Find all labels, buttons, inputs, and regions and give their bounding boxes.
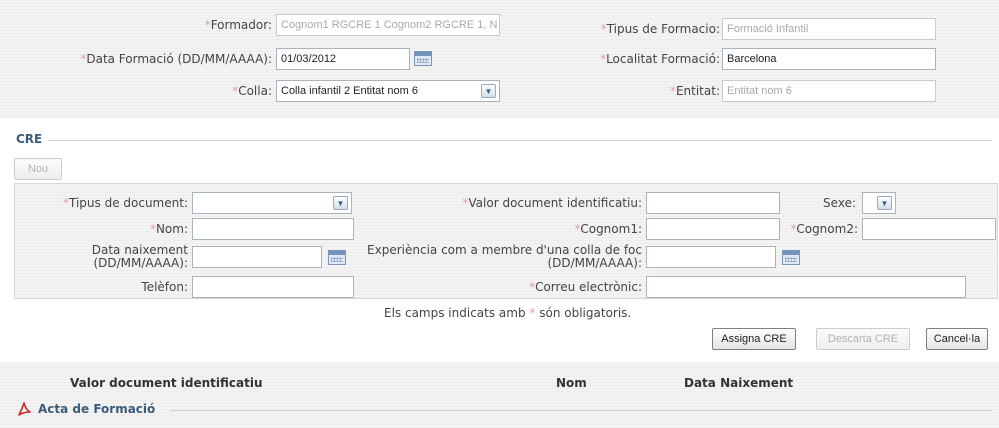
sexe-label: Sexe: xyxy=(823,196,856,210)
telefon-input[interactable] xyxy=(192,276,354,298)
experiencia-label: Experiència com a membre d'una colla de … xyxy=(367,243,642,270)
entitat-label: *Entitat: xyxy=(669,84,720,98)
column-header-data-naixement[interactable]: Data Naixement xyxy=(684,376,793,390)
valor-document-label: *Valor document identificatiu: xyxy=(462,196,642,210)
cre-section-title: CRE xyxy=(16,132,43,146)
localitat-label: *Localitat Formació: xyxy=(600,52,720,66)
colla-label: *Colla: xyxy=(232,84,272,98)
localitat-input[interactable]: Barcelona xyxy=(722,48,936,70)
pdf-icon[interactable] xyxy=(16,401,32,417)
tipus-document-select[interactable]: ▼ xyxy=(192,192,352,214)
chevron-down-icon[interactable]: ▼ xyxy=(877,196,892,210)
nou-cre-button[interactable]: Nou CRE xyxy=(14,158,62,195)
sexe-select[interactable]: ▼ xyxy=(862,192,896,214)
tipus-formacio-label: *Tipus de Formacio: xyxy=(600,22,720,36)
nom-input[interactable] xyxy=(192,218,354,240)
valor-document-input[interactable] xyxy=(646,192,780,214)
formador-field: Cognom1 RGCRE 1 Cognom2 RGCRE 1, N xyxy=(276,14,500,36)
acta-divider xyxy=(170,410,992,411)
tipus-formacio-field: Formació Infantil xyxy=(722,18,936,40)
assigna-cre-button[interactable]: Assigna CRE xyxy=(712,328,796,350)
experiencia-input[interactable] xyxy=(646,246,776,268)
chevron-down-icon[interactable]: ▼ xyxy=(481,84,496,98)
tipus-document-label: *Tipus de document: xyxy=(63,196,188,210)
descarta-cre-button[interactable]: Descarta CRE xyxy=(816,328,910,350)
table-header-row xyxy=(0,362,999,428)
acta-section-title: Acta de Formació xyxy=(38,402,156,416)
calendar-icon[interactable] xyxy=(414,51,432,66)
data-formacio-label: *Data Formació (DD/MM/AAAA): xyxy=(80,52,272,66)
column-header-valor-document[interactable]: Valor document identificatiu xyxy=(70,376,263,390)
cognom2-input[interactable] xyxy=(862,218,996,240)
correu-input[interactable] xyxy=(646,276,966,298)
chevron-down-icon[interactable]: ▼ xyxy=(333,196,348,210)
data-formacio-input[interactable]: 01/03/2012 xyxy=(276,48,410,70)
calendar-icon[interactable] xyxy=(782,250,800,265)
data-naixement-label: Data naixement (DD/MM/AAAA): xyxy=(91,243,188,270)
formador-label: *Formador: xyxy=(204,18,272,32)
data-naixement-input[interactable] xyxy=(192,246,322,268)
entitat-field: Entitat nom 6 xyxy=(722,80,936,102)
cognom1-label: *Cognom1: xyxy=(574,222,642,236)
required-note: Els camps indicats amb * són obligatoris… xyxy=(384,306,632,320)
correu-label: *Correu electrònic: xyxy=(529,280,642,294)
colla-select[interactable]: Colla infantil 2 Entitat nom 6 ▼ xyxy=(276,80,500,102)
nom-label: *Nom: xyxy=(149,222,188,236)
cognom2-label: *Cognom2: xyxy=(790,222,858,236)
cre-divider xyxy=(48,140,992,141)
cancel-button[interactable]: Cancel·la xyxy=(926,328,988,350)
column-header-nom[interactable]: Nom xyxy=(556,376,587,390)
telefon-label: Telèfon: xyxy=(141,280,188,294)
